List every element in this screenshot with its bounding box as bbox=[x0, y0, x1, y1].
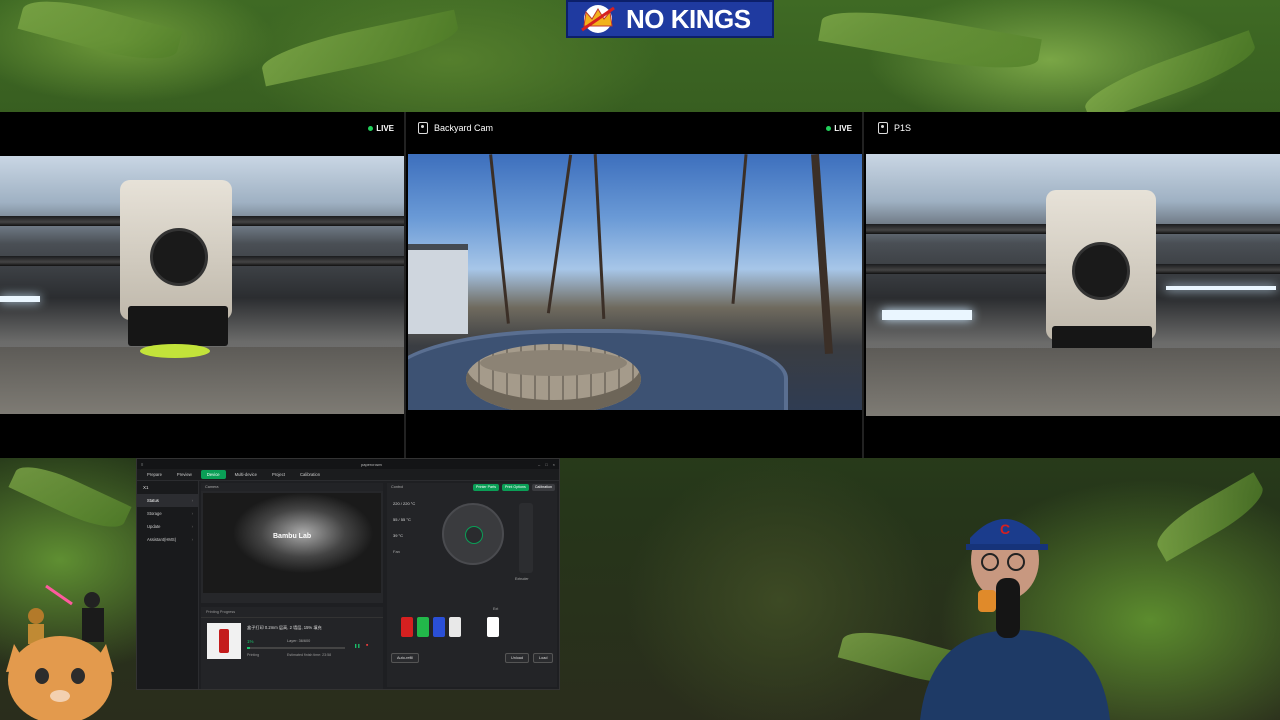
sidebar-item-update[interactable]: Update bbox=[137, 520, 198, 533]
kitten-sticker bbox=[0, 580, 132, 720]
studio-camera-view[interactable]: Bambu Lab bbox=[203, 493, 381, 593]
maximize-icon[interactable]: □ bbox=[545, 462, 547, 467]
banner-text: NO KINGS bbox=[626, 3, 751, 34]
backyard-feed bbox=[408, 154, 862, 410]
tab-multi-device[interactable]: Multi-device bbox=[229, 470, 263, 479]
camera-tile-printer[interactable]: LIVE bbox=[0, 112, 404, 458]
progress-bar bbox=[247, 647, 345, 649]
p1s-feed bbox=[866, 154, 1280, 416]
tab-calibration[interactable]: Calibration bbox=[294, 470, 326, 479]
device-sidebar: X1 Status Storage Update Assistant(HMS) bbox=[137, 481, 199, 689]
external-spool-slot[interactable] bbox=[487, 617, 499, 637]
ams-slot-4[interactable] bbox=[449, 617, 461, 637]
camera-icon bbox=[878, 122, 888, 134]
printing-progress-label: Printing Progress bbox=[201, 607, 383, 618]
close-icon[interactable]: × bbox=[553, 462, 555, 467]
tab-device[interactable]: Device bbox=[200, 470, 226, 479]
layer-readout: Layer: 36/600 bbox=[287, 639, 311, 643]
streamer-webcam: C bbox=[900, 490, 1130, 720]
sidebar-item-assistant[interactable]: Assistant(HMS) bbox=[137, 533, 198, 546]
camera-title: Backyard Cam bbox=[434, 123, 494, 133]
minimize-icon[interactable]: – bbox=[538, 462, 540, 467]
tab-prepare[interactable]: Prepare bbox=[141, 470, 168, 479]
sidebar-item-storage[interactable]: Storage bbox=[137, 507, 198, 520]
extruder-control[interactable] bbox=[519, 503, 533, 573]
printing-progress-panel: Printing Progress 盒子打印 0.2mm 层高, 2 墙层, 1… bbox=[201, 607, 383, 689]
no-kings-banner: NO KINGS bbox=[566, 0, 774, 38]
ams-slot-3[interactable] bbox=[433, 617, 445, 637]
camera-tile-p1s[interactable]: P1S bbox=[866, 112, 1280, 458]
bambu-logo: Bambu Lab bbox=[273, 533, 312, 540]
stop-icon[interactable]: ■ bbox=[361, 641, 373, 649]
printer-parts-button[interactable]: Printer Parts bbox=[473, 484, 500, 491]
camera-tile-backyard[interactable]: Backyard Cam LIVE bbox=[404, 112, 864, 458]
device-selector[interactable]: X1 bbox=[137, 481, 198, 494]
bed-temp[interactable]: 55 / 55 °C bbox=[393, 517, 411, 522]
nozzle-temp[interactable]: 220 / 220 °C bbox=[393, 501, 415, 506]
xy-jog-control[interactable] bbox=[442, 503, 504, 565]
calibration-button[interactable]: Calibration bbox=[531, 484, 555, 491]
print-thumbnail bbox=[207, 623, 241, 659]
progress-percent: 1% bbox=[247, 639, 254, 644]
camera-title: P1S bbox=[894, 123, 912, 133]
live-indicator: LIVE bbox=[368, 124, 394, 133]
estimated-finish: Estimated finish time: 23:58 bbox=[287, 653, 332, 657]
print-name: 盒子打印 0.2mm 层高, 2 墙层, 15% 填充 bbox=[247, 625, 322, 630]
ams-slot-1[interactable] bbox=[401, 617, 413, 637]
live-indicator: LIVE bbox=[826, 124, 852, 133]
camera-icon bbox=[418, 122, 428, 134]
printer-feed bbox=[0, 156, 404, 414]
chamber-temp: 39 °C bbox=[393, 533, 404, 538]
live-dot-icon bbox=[368, 126, 374, 131]
live-label: LIVE bbox=[376, 124, 394, 133]
fan-label[interactable]: Fan bbox=[393, 549, 400, 554]
auto-refill-button[interactable]: Auto-refill bbox=[391, 653, 420, 663]
print-options-button[interactable]: Print Options bbox=[502, 484, 529, 491]
studio-titlebar: ≡ papercrown – □ × bbox=[137, 459, 559, 469]
camera-header: Backyard Cam bbox=[406, 112, 862, 144]
live-label: LIVE bbox=[834, 124, 852, 133]
live-dot-icon bbox=[826, 126, 832, 131]
camera-panel-label: Camera bbox=[201, 483, 383, 491]
camera-strip: LIVE Backyard Cam LIVE P1S bbox=[0, 112, 1280, 458]
tab-preview[interactable]: Preview bbox=[171, 470, 198, 479]
svg-text:C: C bbox=[1000, 521, 1010, 537]
ext-label: Ext bbox=[493, 607, 499, 611]
unload-button[interactable]: Unload bbox=[505, 653, 530, 663]
print-state: Printing bbox=[247, 653, 260, 657]
studio-tabs: Prepare Preview Device Multi-device Proj… bbox=[137, 469, 559, 481]
extruder-label: Extruder bbox=[515, 577, 529, 581]
sidebar-item-status[interactable]: Status bbox=[137, 494, 198, 507]
app-menu-icon[interactable]: ≡ bbox=[141, 462, 143, 467]
studio-camera-panel: Camera Bambu Lab bbox=[201, 483, 383, 603]
control-label: Control bbox=[391, 485, 404, 489]
window-title: papercrown bbox=[361, 462, 382, 467]
bambu-studio-window[interactable]: ≡ papercrown – □ × Prepare Preview Devic… bbox=[136, 458, 560, 690]
crown-icon bbox=[576, 4, 620, 34]
control-panel: Control Printer Parts Print Options Cali… bbox=[387, 483, 557, 687]
ams-slot-2[interactable] bbox=[417, 617, 429, 637]
camera-header: P1S bbox=[866, 112, 1280, 144]
progress-fill bbox=[247, 647, 250, 649]
tab-project[interactable]: Project bbox=[266, 470, 291, 479]
load-button[interactable]: Load bbox=[533, 653, 554, 663]
